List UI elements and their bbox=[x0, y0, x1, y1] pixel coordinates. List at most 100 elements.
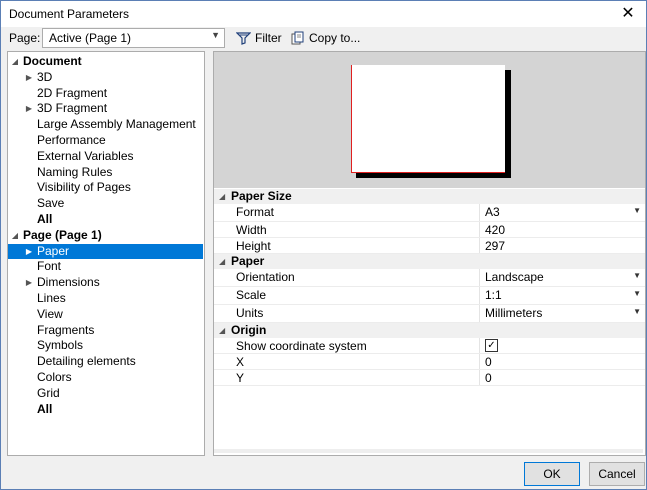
filter-label: Filter bbox=[255, 31, 282, 45]
filter-button[interactable]: Filter bbox=[236, 29, 282, 47]
column-divider bbox=[479, 287, 480, 304]
dropdown-arrow-icon[interactable]: ▼ bbox=[633, 206, 641, 215]
tree-item-label: Page (Page 1) bbox=[23, 227, 102, 242]
tree-item-label: Naming Rules bbox=[37, 164, 113, 179]
tree-item-label: Font bbox=[37, 259, 62, 274]
expand-arrow-icon[interactable]: ▶ bbox=[24, 275, 34, 290]
expand-arrow-icon[interactable]: ▶ bbox=[24, 101, 34, 116]
property-row[interactable]: Orientation Landscape ▼ bbox=[214, 269, 645, 287]
tree-item-label: Detailing elements bbox=[37, 354, 136, 369]
property-row[interactable]: Units Millimeters ▼ bbox=[214, 305, 645, 323]
property-value[interactable]: Millimeters bbox=[485, 306, 542, 320]
property-value[interactable]: 0 bbox=[485, 371, 492, 385]
tree-item[interactable]: External Variables bbox=[8, 149, 203, 164]
property-name: Scale bbox=[236, 288, 267, 302]
tree-item[interactable]: Colors bbox=[8, 370, 203, 385]
property-row[interactable]: Format A3 ▼ bbox=[214, 204, 645, 222]
property-value[interactable]: 0 bbox=[485, 355, 492, 369]
property-value[interactable]: 420 bbox=[485, 223, 505, 237]
collapse-arrow-icon[interactable]: ◢ bbox=[219, 323, 225, 338]
property-name: Units bbox=[236, 306, 264, 320]
expand-arrow-icon[interactable]: ▶ bbox=[24, 70, 34, 85]
paper-sheet bbox=[351, 65, 505, 173]
tree-item[interactable]: Visibility of Pages bbox=[8, 180, 203, 195]
settings-tree[interactable]: ◢ Document ▶ 3D 2D Fragment ▶ 3D Fragment Large… bbox=[7, 51, 205, 456]
property-row[interactable]: Width 420 bbox=[214, 222, 645, 238]
property-category[interactable]: ◢ Paper Size bbox=[214, 189, 645, 204]
dialog-title: Document Parameters bbox=[9, 7, 130, 21]
tree-item[interactable]: All bbox=[8, 402, 203, 417]
property-value[interactable]: Landscape bbox=[485, 270, 544, 284]
tree-item[interactable]: Performance bbox=[8, 133, 203, 148]
tree-item-label: Performance bbox=[37, 133, 106, 147]
tree-item[interactable]: Grid bbox=[8, 386, 203, 401]
property-row[interactable]: Y0 bbox=[214, 370, 645, 386]
column-divider bbox=[479, 370, 480, 385]
tree-item[interactable]: ▶ Dimensions bbox=[8, 275, 203, 290]
tree-item[interactable]: ◢ Page (Page 1) bbox=[8, 228, 203, 243]
property-name: Width bbox=[236, 223, 267, 237]
column-divider bbox=[479, 305, 480, 322]
tree-item[interactable]: View bbox=[8, 307, 203, 322]
tree-item[interactable]: Naming Rules bbox=[8, 165, 203, 180]
show-coordinate-system-checkbox[interactable]: ✓ bbox=[485, 339, 498, 352]
cancel-button[interactable]: Cancel bbox=[589, 462, 645, 486]
page-select[interactable]: Active (Page 1) ▼ bbox=[42, 28, 225, 48]
property-value[interactable]: A3 bbox=[485, 205, 500, 219]
property-name: X bbox=[236, 355, 245, 369]
expand-arrow-icon[interactable]: ▶ bbox=[24, 244, 34, 259]
filter-icon bbox=[236, 31, 251, 45]
dropdown-arrow-icon[interactable]: ▼ bbox=[633, 289, 641, 298]
toolbar: Page: Active (Page 1) ▼ Filter Copy to..… bbox=[1, 27, 646, 49]
property-category[interactable]: ◢ Origin bbox=[214, 323, 645, 338]
collapse-arrow-icon[interactable]: ◢ bbox=[10, 54, 20, 69]
column-divider bbox=[479, 204, 480, 221]
property-value[interactable]: 1:1 bbox=[485, 288, 502, 302]
dropdown-arrow-icon[interactable]: ▼ bbox=[633, 271, 641, 280]
tree-item[interactable]: ◢ Document bbox=[8, 54, 203, 69]
tree-item[interactable]: All bbox=[8, 212, 203, 227]
properties-panel: ◢ Paper Size Format A3 ▼ Width 420 Height 297 ◢ Pa… bbox=[213, 51, 646, 456]
property-row[interactable]: X0 bbox=[214, 354, 645, 370]
tree-item[interactable]: Font bbox=[8, 259, 203, 274]
collapse-arrow-icon[interactable]: ◢ bbox=[10, 228, 20, 243]
property-value[interactable]: 297 bbox=[485, 239, 505, 253]
property-name: Height bbox=[236, 239, 271, 253]
tree-item[interactable]: 2D Fragment bbox=[8, 86, 203, 101]
tree-item[interactable]: Symbols bbox=[8, 338, 203, 353]
tree-item-label: External Variables bbox=[37, 148, 134, 163]
tree-item-label: Document bbox=[23, 54, 82, 68]
tree-item[interactable]: ▶ 3D bbox=[8, 70, 203, 85]
collapse-arrow-icon[interactable]: ◢ bbox=[219, 254, 225, 269]
tree-item[interactable]: Detailing elements bbox=[8, 354, 203, 369]
tree-item-label: 3D Fragment bbox=[37, 101, 108, 116]
property-category[interactable]: ◢ Paper bbox=[214, 254, 645, 269]
property-row[interactable]: Scale 1:1 ▼ bbox=[214, 287, 645, 305]
close-icon[interactable]: ✕ bbox=[610, 1, 646, 27]
property-name: Format bbox=[236, 205, 275, 219]
tree-item-label: Visibility of Pages bbox=[37, 180, 131, 195]
tree-item-label: Colors bbox=[37, 370, 72, 384]
tree-item-label: Fragments bbox=[37, 322, 95, 337]
page-label: Page: bbox=[9, 31, 41, 45]
copy-to-button[interactable]: Copy to... bbox=[291, 29, 360, 47]
dropdown-arrow-icon[interactable]: ▼ bbox=[633, 307, 641, 316]
property-row[interactable]: Show coordinate system ✓ bbox=[214, 338, 645, 354]
ok-button[interactable]: OK bbox=[524, 462, 580, 486]
collapse-arrow-icon[interactable]: ◢ bbox=[219, 189, 225, 204]
paper-preview bbox=[214, 52, 645, 188]
tree-item[interactable]: Lines bbox=[8, 291, 203, 306]
property-name: Y bbox=[236, 371, 245, 385]
property-name: Show coordinate system bbox=[236, 339, 367, 353]
property-name: Orientation bbox=[236, 270, 295, 284]
tree-item[interactable]: ▶ 3D Fragment bbox=[8, 101, 203, 116]
tree-item[interactable]: ▶ Paper bbox=[8, 243, 203, 259]
property-row[interactable]: Height 297 bbox=[214, 238, 645, 254]
tree-item[interactable]: Fragments bbox=[8, 323, 203, 338]
tree-item[interactable]: Large Assembly Management bbox=[8, 117, 203, 132]
tree-item-label: Dimensions bbox=[37, 275, 100, 290]
document-parameters-dialog: Document Parameters ✕ Page: Active (Page… bbox=[0, 0, 647, 490]
copy-to-label: Copy to... bbox=[309, 31, 361, 45]
tree-item[interactable]: Save bbox=[8, 196, 203, 211]
column-divider bbox=[479, 238, 480, 253]
